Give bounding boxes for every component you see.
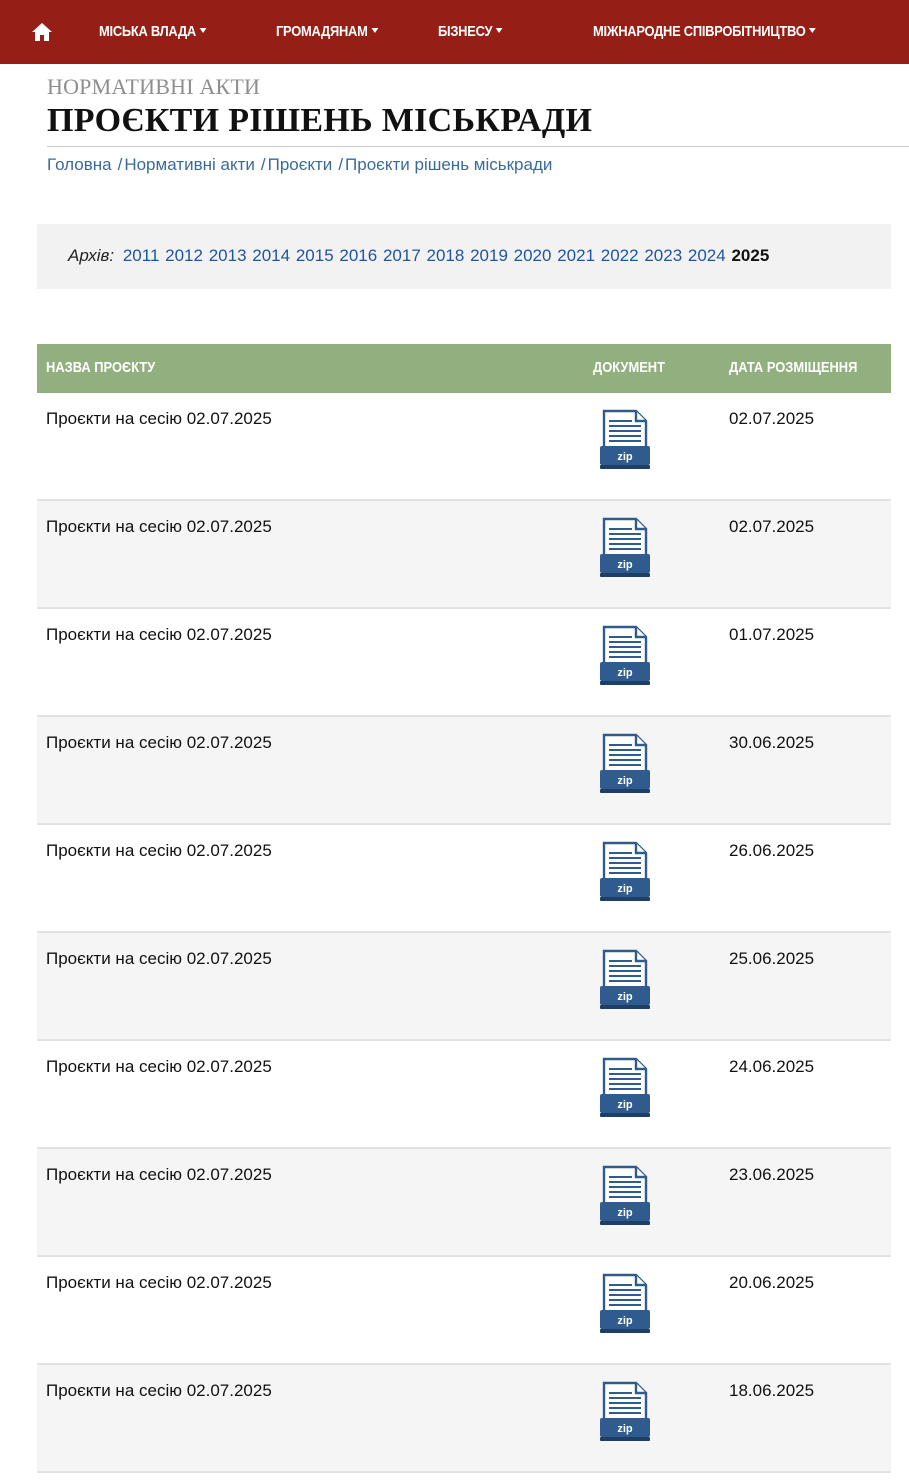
zip-label: zip: [617, 559, 633, 571]
breadcrumb-link-projects[interactable]: Проєкти: [268, 155, 333, 174]
archive-year-link[interactable]: 2015: [296, 246, 334, 265]
table-row: Проєкти на сесію 02.07.2025 zip 23.06.20…: [37, 1149, 891, 1257]
publication-date: 02.07.2025: [729, 517, 815, 536]
nav-item-label: МІЖНАРОДНЕ СПІВРОБІТНИЦТВО: [593, 23, 806, 40]
project-name[interactable]: Проєкти на сесію 02.07.2025: [46, 625, 272, 645]
project-name[interactable]: Проєкти на сесію 02.07.2025: [46, 1057, 272, 1077]
publication-date: 26.06.2025: [729, 841, 815, 860]
table-row: Проєкти на сесію 02.07.2025 zip 26.06.20…: [37, 825, 891, 933]
archive-year-link[interactable]: 2023: [644, 246, 682, 265]
table-header: НАЗВА ПРОЄКТУ ДОКУМЕНТ ДАТА РОЗМІЩЕННЯ: [37, 344, 891, 393]
zip-file-icon[interactable]: zip: [598, 1057, 652, 1121]
publication-date: 25.06.2025: [729, 949, 815, 968]
archive-year-link[interactable]: 2017: [383, 246, 421, 265]
publication-date: 24.06.2025: [729, 1057, 815, 1076]
table-row: Проєкти на сесію 02.07.2025 zip 30.06.20…: [37, 717, 891, 825]
archive-year-link[interactable]: 2013: [209, 246, 247, 265]
zip-file-icon[interactable]: zip: [598, 517, 652, 581]
publication-date: 20.06.2025: [729, 1273, 815, 1292]
table-row: Проєкти на сесію 02.07.2025 zip 25.06.20…: [37, 933, 891, 1041]
archive-label: Архів:: [68, 246, 115, 265]
title-divider: [47, 146, 909, 147]
publication-date: 23.06.2025: [729, 1165, 815, 1184]
table-body: Проєкти на сесію 02.07.2025 zip 02.07.20…: [37, 393, 891, 1473]
top-navigation: МІСЬКА ВЛАДА ГРОМАДЯНАМ БІЗНЕСУ МІЖНАРОД…: [0, 0, 909, 64]
project-name[interactable]: Проєкти на сесію 02.07.2025: [46, 841, 272, 861]
zip-label: zip: [617, 775, 633, 787]
home-icon[interactable]: [31, 21, 53, 43]
project-name[interactable]: Проєкти на сесію 02.07.2025: [46, 1273, 272, 1293]
archive-year-link[interactable]: 2020: [514, 246, 552, 265]
zip-file-icon[interactable]: zip: [598, 1273, 652, 1337]
nav-item-label: БІЗНЕСУ: [438, 23, 493, 40]
zip-label: zip: [617, 667, 633, 679]
column-header-name: НАЗВА ПРОЄКТУ: [46, 359, 156, 376]
table-row: Проєкти на сесію 02.07.2025 zip 01.07.20…: [37, 609, 891, 717]
project-name[interactable]: Проєкти на сесію 02.07.2025: [46, 949, 272, 969]
zip-file-icon[interactable]: zip: [598, 409, 652, 473]
archive-years: Архів: 2011 2012 2013 2014 2015 2016 201…: [68, 246, 770, 266]
section-label: НОРМАТИВНІ АКТИ: [47, 74, 261, 99]
column-header-document: ДОКУМЕНТ: [593, 359, 665, 376]
publication-date: 02.07.2025: [729, 409, 815, 428]
nav-item-label: ГРОМАДЯНАМ: [276, 23, 368, 40]
zip-label: zip: [617, 883, 633, 895]
zip-label: zip: [617, 451, 633, 463]
table-row: Проєкти на сесію 02.07.2025 zip 24.06.20…: [37, 1041, 891, 1149]
publication-date: 01.07.2025: [729, 625, 815, 644]
zip-label: zip: [617, 1099, 633, 1111]
table-row: Проєкти на сесію 02.07.2025 zip 02.07.20…: [37, 501, 891, 609]
publication-date: 30.06.2025: [729, 733, 815, 752]
project-name[interactable]: Проєкти на сесію 02.07.2025: [46, 1381, 272, 1401]
nav-item-business[interactable]: БІЗНЕСУ: [438, 23, 503, 40]
archive-year-link[interactable]: 2024: [688, 246, 726, 265]
zip-file-icon[interactable]: zip: [598, 1165, 652, 1229]
breadcrumb-link-home[interactable]: Головна: [47, 155, 112, 174]
nav-item-international-cooperation[interactable]: МІЖНАРОДНЕ СПІВРОБІТНИЦТВО: [593, 23, 816, 40]
zip-file-icon[interactable]: zip: [598, 625, 652, 689]
archive-year-link[interactable]: 2022: [601, 246, 639, 265]
caret-down-icon: [199, 28, 207, 33]
archive-year-link[interactable]: 2021: [557, 246, 595, 265]
breadcrumb-link-normative-acts[interactable]: Нормативні акти: [124, 155, 255, 174]
nav-item-citizens[interactable]: ГРОМАДЯНАМ: [276, 23, 378, 40]
zip-label: zip: [617, 1315, 633, 1327]
archive-year-link[interactable]: 2019: [470, 246, 508, 265]
caret-down-icon: [371, 28, 378, 33]
table-row: Проєкти на сесію 02.07.2025 zip 02.07.20…: [37, 393, 891, 501]
breadcrumb-separator: /: [117, 155, 123, 174]
archive-year-link[interactable]: 2011: [123, 246, 160, 265]
projects-table: НАЗВА ПРОЄКТУ ДОКУМЕНТ ДАТА РОЗМІЩЕННЯ П…: [37, 344, 891, 1473]
project-name[interactable]: Проєкти на сесію 02.07.2025: [46, 1165, 272, 1185]
archive-year-link[interactable]: 2014: [252, 246, 290, 265]
archive-current-year: 2025: [731, 246, 770, 265]
column-header-date: ДАТА РОЗМІЩЕННЯ: [729, 359, 858, 376]
nav-item-label: МІСЬКА ВЛАДА: [99, 23, 196, 40]
archive-year-link[interactable]: 2018: [427, 246, 465, 265]
zip-label: zip: [617, 991, 633, 1003]
project-name[interactable]: Проєкти на сесію 02.07.2025: [46, 409, 272, 429]
breadcrumb-separator: /: [260, 155, 266, 174]
table-row: Проєкти на сесію 02.07.2025 zip 20.06.20…: [37, 1257, 891, 1365]
zip-file-icon[interactable]: zip: [598, 1381, 652, 1445]
breadcrumb-link-council-projects[interactable]: Проєкти рішень міськради: [345, 155, 552, 174]
page-title: ПРОЄКТИ РІШЕНЬ МІСЬКРАДИ: [47, 102, 593, 139]
caret-down-icon: [808, 28, 816, 33]
archive-year-link[interactable]: 2012: [165, 246, 203, 265]
breadcrumb-separator: /: [338, 155, 344, 174]
project-name[interactable]: Проєкти на сесію 02.07.2025: [46, 733, 272, 753]
archive-year-link[interactable]: 2016: [339, 246, 377, 265]
table-row: Проєкти на сесію 02.07.2025 zip 18.06.20…: [37, 1365, 891, 1473]
zip-file-icon[interactable]: zip: [598, 841, 652, 905]
publication-date: 18.06.2025: [729, 1381, 815, 1400]
zip-file-icon[interactable]: zip: [598, 949, 652, 1013]
zip-label: zip: [617, 1207, 633, 1219]
zip-label: zip: [617, 1423, 633, 1435]
caret-down-icon: [495, 28, 503, 33]
breadcrumb: Головна / Нормативні акти / Проєкти / Проєкти …: [47, 155, 552, 175]
zip-file-icon[interactable]: zip: [598, 733, 652, 797]
project-name[interactable]: Проєкти на сесію 02.07.2025: [46, 517, 272, 537]
archive-panel: Архів: 2011 2012 2013 2014 2015 2016 201…: [37, 224, 891, 289]
nav-item-city-government[interactable]: МІСЬКА ВЛАДА: [99, 23, 207, 40]
